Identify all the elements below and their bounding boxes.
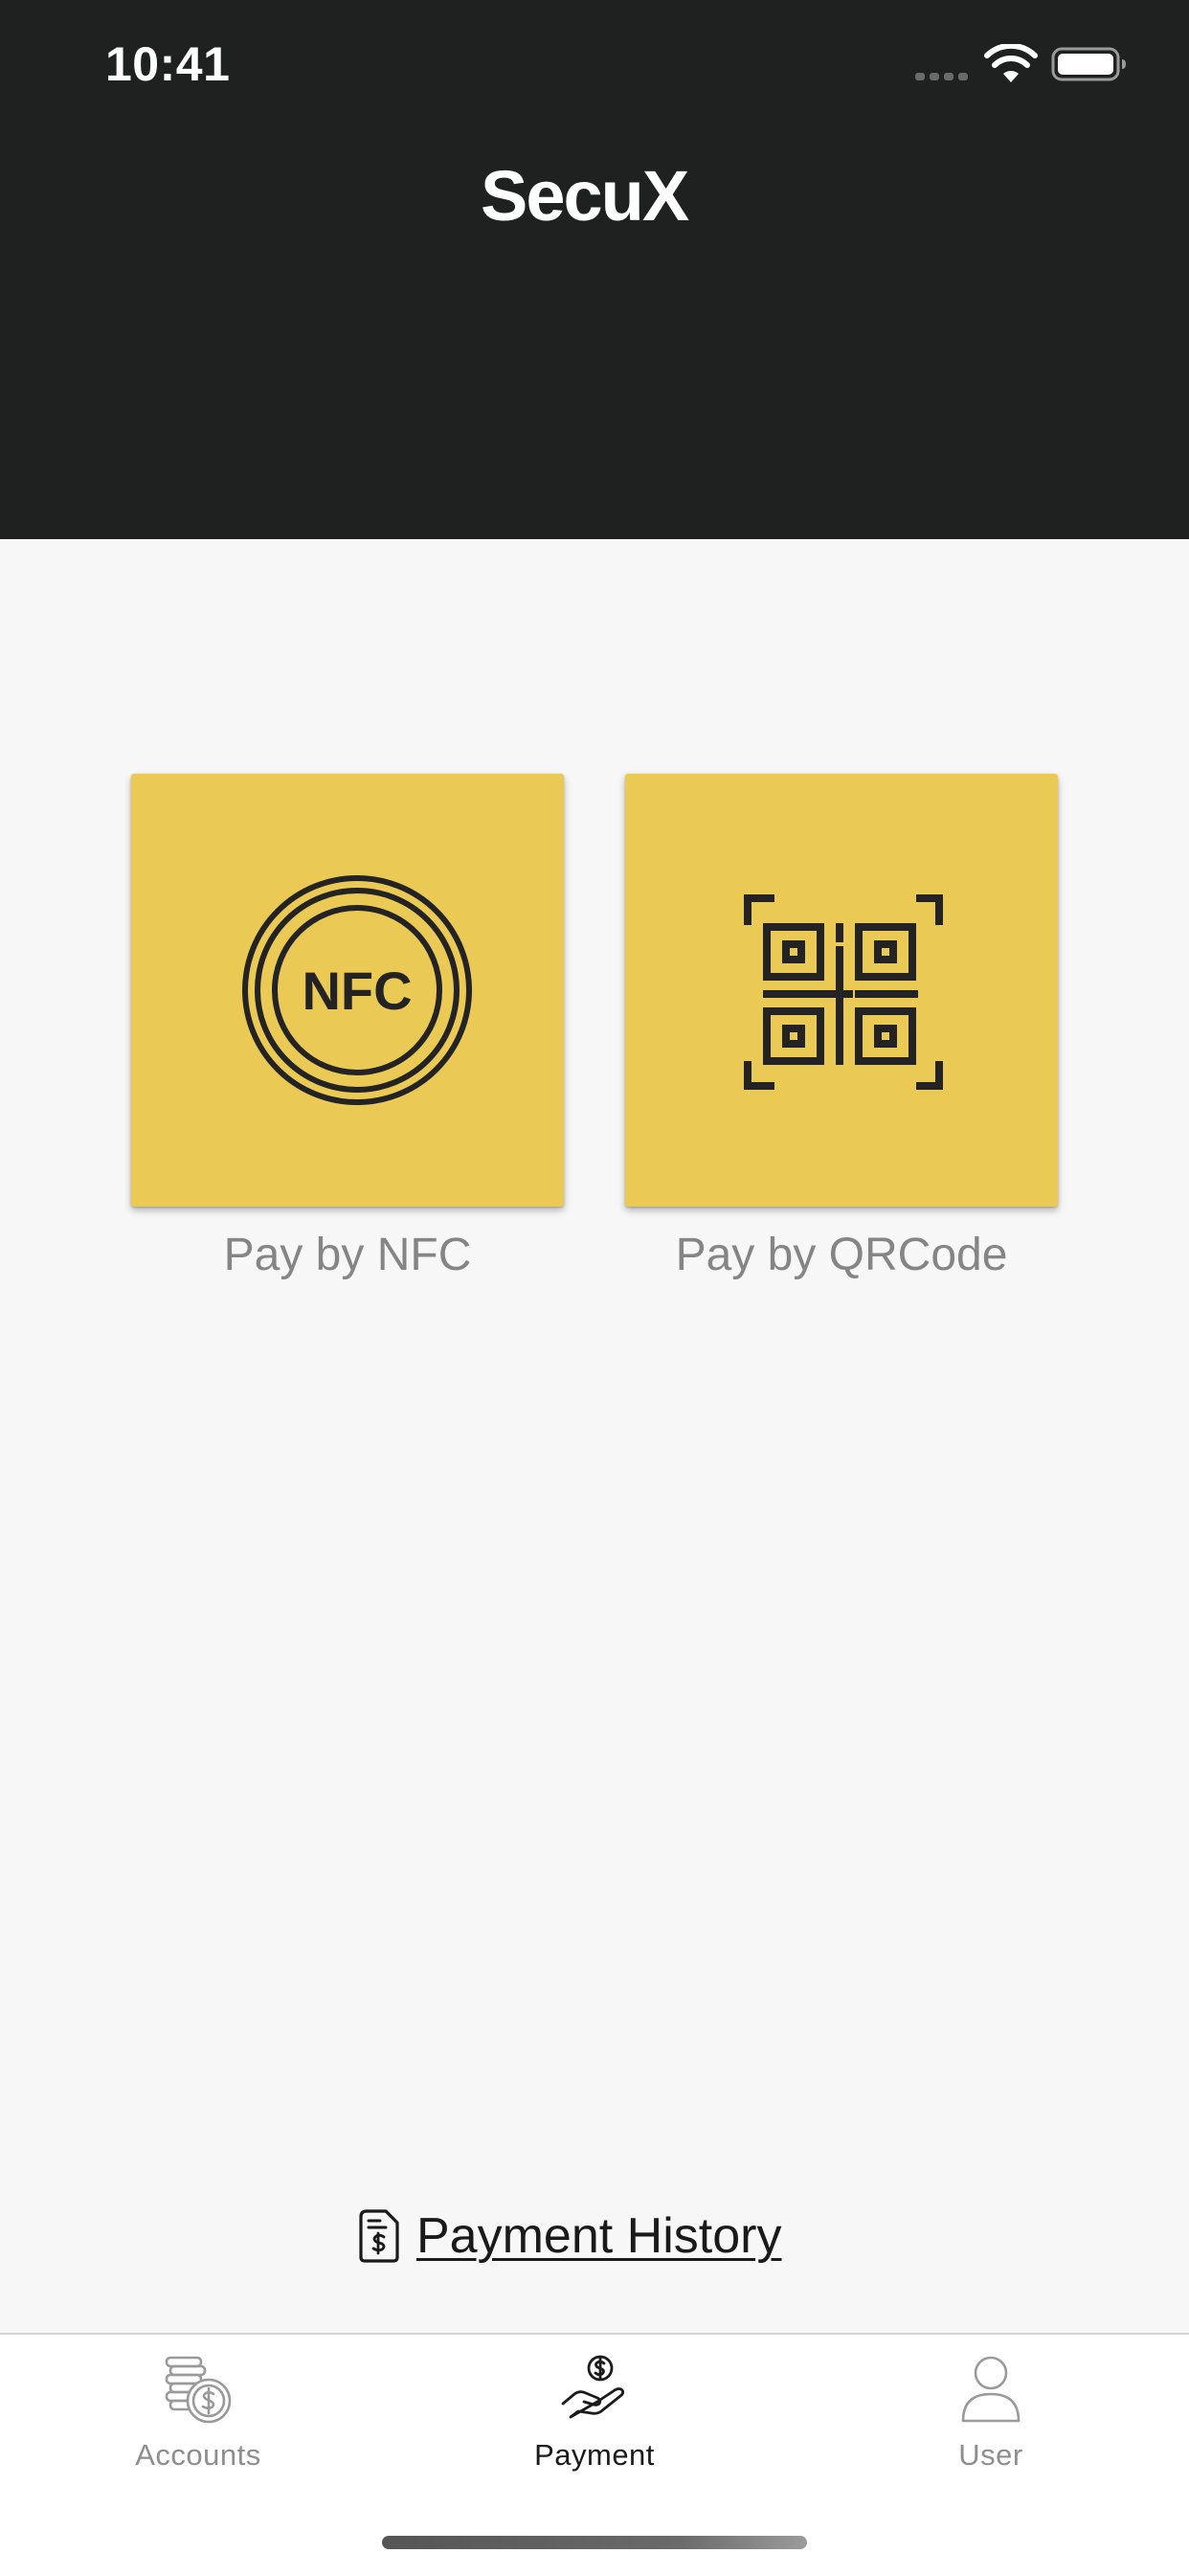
nfc-icon: NFC	[242, 875, 472, 1105]
tab-user[interactable]: User	[793, 2335, 1189, 2497]
cellular-signal-icon	[915, 73, 968, 80]
receipt-dollar-icon	[359, 2209, 399, 2263]
hand-coin-icon	[561, 2355, 625, 2419]
bottom-tab-bar: Accounts Payment User	[0, 2333, 1189, 2576]
coins-icon	[165, 2356, 232, 2424]
pay-by-qrcode-button[interactable]	[625, 774, 1058, 1207]
status-time: 10:41	[105, 37, 231, 91]
pay-by-nfc-button[interactable]: NFC	[131, 774, 564, 1207]
payment-history-link[interactable]: Payment History	[357, 2203, 781, 2270]
tab-payment[interactable]: Payment	[396, 2335, 793, 2497]
app-header: 10:41 SecuX	[0, 0, 1189, 539]
pay-by-qrcode-label: Pay by QRCode	[675, 1230, 1008, 1280]
payment-history-label: Payment History	[416, 2208, 782, 2264]
user-icon	[961, 2356, 1021, 2423]
tab-accounts[interactable]: Accounts	[0, 2335, 396, 2497]
tab-user-label: User	[958, 2438, 1023, 2472]
battery-icon	[1051, 47, 1126, 81]
svg-text:NFC: NFC	[302, 960, 412, 1021]
pay-by-nfc-label: Pay by NFC	[223, 1230, 472, 1280]
secux-logo: SecuX	[481, 156, 691, 230]
tab-payment-label: Payment	[534, 2438, 655, 2472]
qr-code-icon	[744, 894, 943, 1090]
tab-accounts-label: Accounts	[135, 2438, 261, 2472]
home-indicator	[382, 2536, 807, 2549]
wifi-icon	[984, 44, 1038, 82]
brand-name: SecuX	[481, 156, 689, 230]
